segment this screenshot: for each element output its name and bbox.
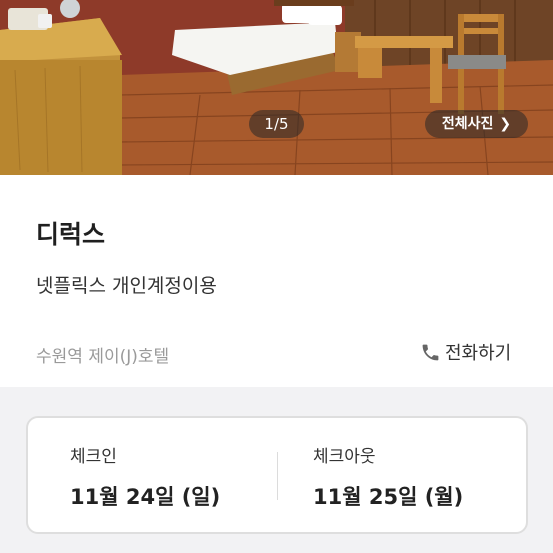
chevron-right-icon: ❯ [499,116,512,132]
checkout-block[interactable]: 체크아웃 11월 25일 (월) [313,442,463,511]
room-description: 넷플릭스 개인계정이용 [36,275,217,297]
phone-icon [422,344,439,360]
date-divider [277,452,278,500]
room-info-section: 디럭스 넷플릭스 개인계정이용 수원역 제이(J)호텔 전화하기 [0,175,553,387]
room-photo-gallery[interactable]: 1/5 전체사진 ❯ [0,0,553,175]
view-all-photos-button[interactable]: 전체사진 ❯ [425,110,528,138]
hotel-name: 수원역 제이(J)호텔 [36,347,170,367]
checkin-block[interactable]: 체크인 11월 24일 (일) [70,442,220,511]
view-all-photos-label: 전체사진 [441,116,494,132]
call-button[interactable]: 전화하기 [420,339,511,365]
photo-counter: 1/5 [249,110,304,138]
checkin-date: 11월 24일 (일) [70,485,221,509]
room-name: 디럭스 [36,220,106,249]
stay-dates-card[interactable]: 체크인 11월 24일 (일) 체크아웃 11월 25일 (월) [26,416,528,534]
checkin-label: 체크인 [70,447,117,467]
checkout-date: 11월 25일 (월) [313,485,464,509]
checkout-label: 체크아웃 [313,447,376,467]
room-photo [0,0,553,175]
call-label: 전화하기 [445,343,512,364]
